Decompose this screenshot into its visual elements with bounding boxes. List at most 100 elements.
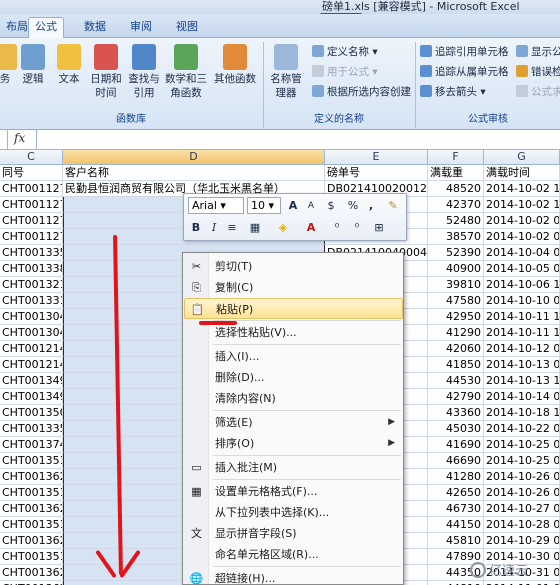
menu-item-i[interactable]: 插入(I)...: [184, 346, 403, 367]
menu-item-p[interactable]: 📋 粘贴(P): [184, 298, 403, 319]
cell-c[interactable]: CHT001350: [0, 405, 63, 421]
cell-g[interactable]: 2014-10-26 08:: [484, 469, 560, 485]
cell-g[interactable]: 2014-10-28 09:: [484, 517, 560, 533]
font-name-box[interactable]: Arial ▾: [188, 197, 244, 214]
format-painter-icon[interactable]: ✎: [384, 197, 402, 215]
cell-f[interactable]: 44150: [428, 517, 484, 533]
math-button[interactable]: 数学和三角函数: [164, 44, 208, 100]
cell-f[interactable]: 41850: [428, 357, 484, 373]
header-cell[interactable]: 磅单号: [325, 165, 428, 181]
cell-f[interactable]: 40900: [428, 261, 484, 277]
create-from-selection-button[interactable]: 根据所选内容创建: [312, 84, 411, 100]
cell-f[interactable]: 45810: [428, 533, 484, 549]
cell-g[interactable]: 2014-10-10 08:: [484, 293, 560, 309]
tab-review[interactable]: 审阅: [124, 18, 158, 38]
error-check-button[interactable]: 错误检: [516, 64, 560, 80]
cell-g[interactable]: 2014-10-02 09:: [484, 213, 560, 229]
define-name-button[interactable]: 定义名称 ▾: [312, 44, 378, 60]
cell-g[interactable]: 2014-10-29 08:: [484, 533, 560, 549]
cell-c[interactable]: CHT001127: [0, 197, 63, 213]
cell-g[interactable]: 2014-11-01 09:: [484, 581, 560, 585]
decrease-decimal-icon[interactable]: ⁰: [328, 219, 346, 237]
bold-button[interactable]: B: [187, 219, 205, 237]
tab-view[interactable]: 视图: [170, 18, 204, 38]
name-manager-button[interactable]: 名称管理器: [266, 44, 306, 100]
cell-g[interactable]: 2014-10-18 12:: [484, 405, 560, 421]
cell-f[interactable]: 38570: [428, 229, 484, 245]
cell-f[interactable]: 42060: [428, 341, 484, 357]
cell-g[interactable]: 2014-10-14 09:: [484, 389, 560, 405]
cell-g[interactable]: 2014-10-13 09:: [484, 357, 560, 373]
cell-f[interactable]: 45030: [428, 421, 484, 437]
name-box[interactable]: [0, 130, 8, 149]
cell-g[interactable]: 2014-10-05 08:: [484, 261, 560, 277]
cell-c[interactable]: CHT001127: [0, 181, 63, 197]
logic-button[interactable]: 逻辑: [16, 44, 50, 86]
cell-f[interactable]: 44810: [428, 581, 484, 585]
cell-c[interactable]: CHT001321: [0, 277, 63, 293]
cell-c[interactable]: CHT001331: [0, 293, 63, 309]
cell-c[interactable]: CHT001362: [0, 533, 63, 549]
cell-f[interactable]: 47580: [428, 293, 484, 309]
currency-button[interactable]: $: [322, 197, 340, 215]
column-header-g[interactable]: G: [484, 150, 560, 165]
cell-f[interactable]: 41690: [428, 437, 484, 453]
cell-f[interactable]: 42370: [428, 197, 484, 213]
show-formulas-button[interactable]: 显示公: [516, 44, 560, 60]
cell-f[interactable]: 48520: [428, 181, 484, 197]
datetime-button[interactable]: 日期和时间: [88, 44, 124, 100]
cell-c[interactable]: CHT001349: [0, 389, 63, 405]
cell-g[interactable]: 2014-10-25 09:: [484, 453, 560, 469]
cell-c[interactable]: CHT001362: [0, 501, 63, 517]
menu-item-h[interactable]: 🌐 超链接(H)...: [184, 568, 403, 585]
menu-item-n[interactable]: 清除内容(N): [184, 388, 403, 409]
cell-g[interactable]: 2014-10-02 09:: [484, 229, 560, 245]
cell-f[interactable]: 43360: [428, 405, 484, 421]
cell-c[interactable]: CHT001349: [0, 373, 63, 389]
menu-item-m[interactable]: ▭ 插入批注(M): [184, 457, 403, 478]
cell-c[interactable]: CHT001351: [0, 549, 63, 565]
cell-f[interactable]: 44530: [428, 373, 484, 389]
menu-item-f[interactable]: ▦ 设置单元格格式(F)...: [184, 481, 403, 502]
tab-data[interactable]: 数据: [78, 18, 112, 38]
cell-g[interactable]: 2014-10-25 08:: [484, 437, 560, 453]
cell-c[interactable]: CHT001214: [0, 341, 63, 357]
cell-c[interactable]: CHT001335: [0, 245, 63, 261]
cell-g[interactable]: 2014-10-06 11:: [484, 277, 560, 293]
cell-f[interactable]: 46690: [428, 453, 484, 469]
remove-arrows-button[interactable]: 移去箭头 ▾: [420, 84, 486, 100]
cell-f[interactable]: 41280: [428, 469, 484, 485]
comma-button[interactable]: ,: [362, 197, 380, 215]
cell-g[interactable]: 2014-10-04 08:: [484, 245, 560, 261]
shrink-font-button[interactable]: A: [302, 197, 320, 215]
cell-c[interactable]: CHT001214: [0, 357, 63, 373]
cell-c[interactable]: CHT001362: [0, 581, 63, 585]
borders-icon[interactable]: ▦: [246, 219, 264, 237]
cell-f[interactable]: 46730: [428, 501, 484, 517]
menu-item-o[interactable]: 排序(O) ▶: [184, 433, 403, 454]
column-header-d[interactable]: D: [63, 150, 325, 165]
header-cell[interactable]: 客户名称: [63, 165, 325, 181]
cell-c[interactable]: CHT001304: [0, 325, 63, 341]
italic-button[interactable]: I: [205, 219, 223, 237]
column-header-e[interactable]: E: [325, 150, 428, 165]
cell-c[interactable]: CHT001304: [0, 309, 63, 325]
cell-g[interactable]: 2014-10-13 14:: [484, 373, 560, 389]
cell-g[interactable]: 2014-10-27 08:: [484, 501, 560, 517]
cell-f[interactable]: 42790: [428, 389, 484, 405]
cell-c[interactable]: CHT001335: [0, 421, 63, 437]
text-button[interactable]: 文本: [52, 44, 86, 86]
cell-c[interactable]: CHT001362: [0, 469, 63, 485]
cell-c[interactable]: CHT001351: [0, 517, 63, 533]
cell-g[interactable]: 2014-10-22 07:: [484, 421, 560, 437]
lookup-button[interactable]: 查找与引用: [126, 44, 162, 100]
cell-g[interactable]: 2014-10-26 09:: [484, 485, 560, 501]
more-functions-button[interactable]: 其他函数: [212, 44, 258, 86]
cell-c[interactable]: CHT001127: [0, 213, 63, 229]
font-color-icon[interactable]: A: [302, 219, 320, 237]
increase-decimal-icon[interactable]: ⁰: [348, 219, 366, 237]
percent-button[interactable]: %: [344, 197, 362, 215]
menu-item-v[interactable]: 选择性粘贴(V)...: [184, 322, 403, 343]
header-cell[interactable]: 满载时间: [484, 165, 560, 181]
menu-item-k[interactable]: 从下拉列表中选择(K)...: [184, 502, 403, 523]
